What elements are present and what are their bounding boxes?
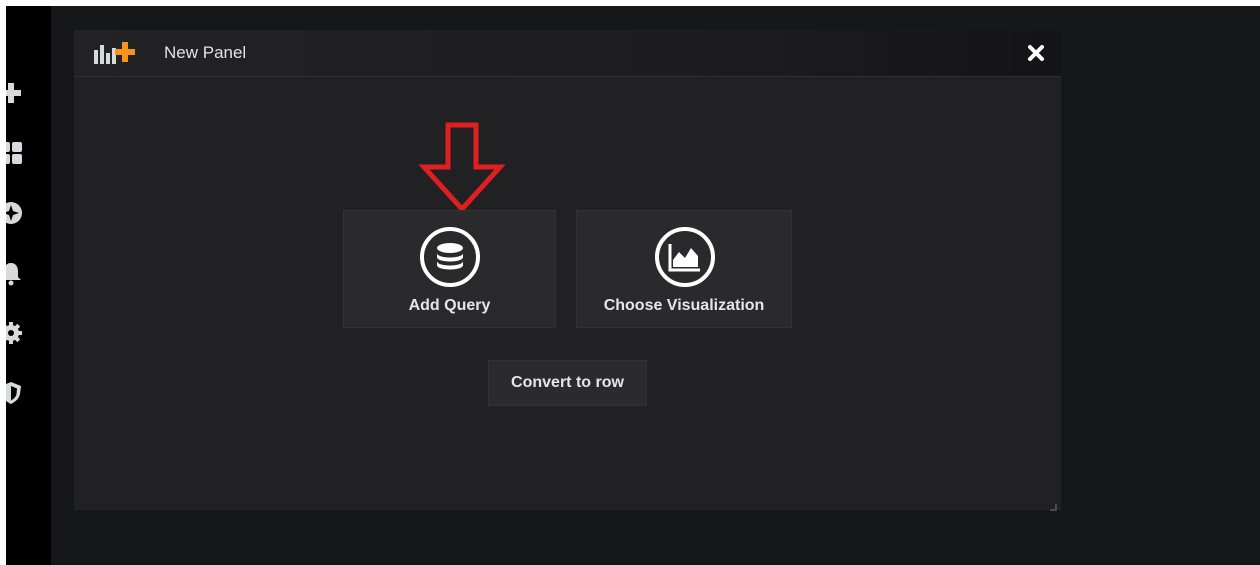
alerting-icon[interactable] xyxy=(6,260,24,286)
red-arrow-down-icon xyxy=(417,122,507,214)
dashboards-icon[interactable] xyxy=(6,140,24,166)
panel-add-logo-icon xyxy=(94,42,144,64)
new-panel: New Panel Add Query Choose Visualization… xyxy=(74,30,1061,511)
choose-visualization-button[interactable]: Choose Visualization xyxy=(576,210,792,328)
side-menu xyxy=(6,6,51,565)
area-chart-icon xyxy=(654,226,716,288)
database-icon xyxy=(419,226,481,288)
add-query-button[interactable]: Add Query xyxy=(343,210,556,328)
resize-handle[interactable] xyxy=(1049,498,1057,511)
explore-icon[interactable] xyxy=(6,200,24,226)
choose-visualization-label: Choose Visualization xyxy=(603,297,765,314)
close-icon[interactable] xyxy=(1025,42,1047,64)
configuration-icon[interactable] xyxy=(6,320,24,346)
add-query-label: Add Query xyxy=(408,297,491,314)
convert-to-row-button[interactable]: Convert to row xyxy=(488,360,647,406)
grafana-screen: New Panel Add Query Choose Visualization… xyxy=(6,6,1260,565)
server-admin-icon[interactable] xyxy=(6,380,24,406)
panel-title: New Panel xyxy=(164,43,247,62)
plus-icon[interactable] xyxy=(6,80,24,106)
panel-header: New Panel xyxy=(74,30,1061,77)
